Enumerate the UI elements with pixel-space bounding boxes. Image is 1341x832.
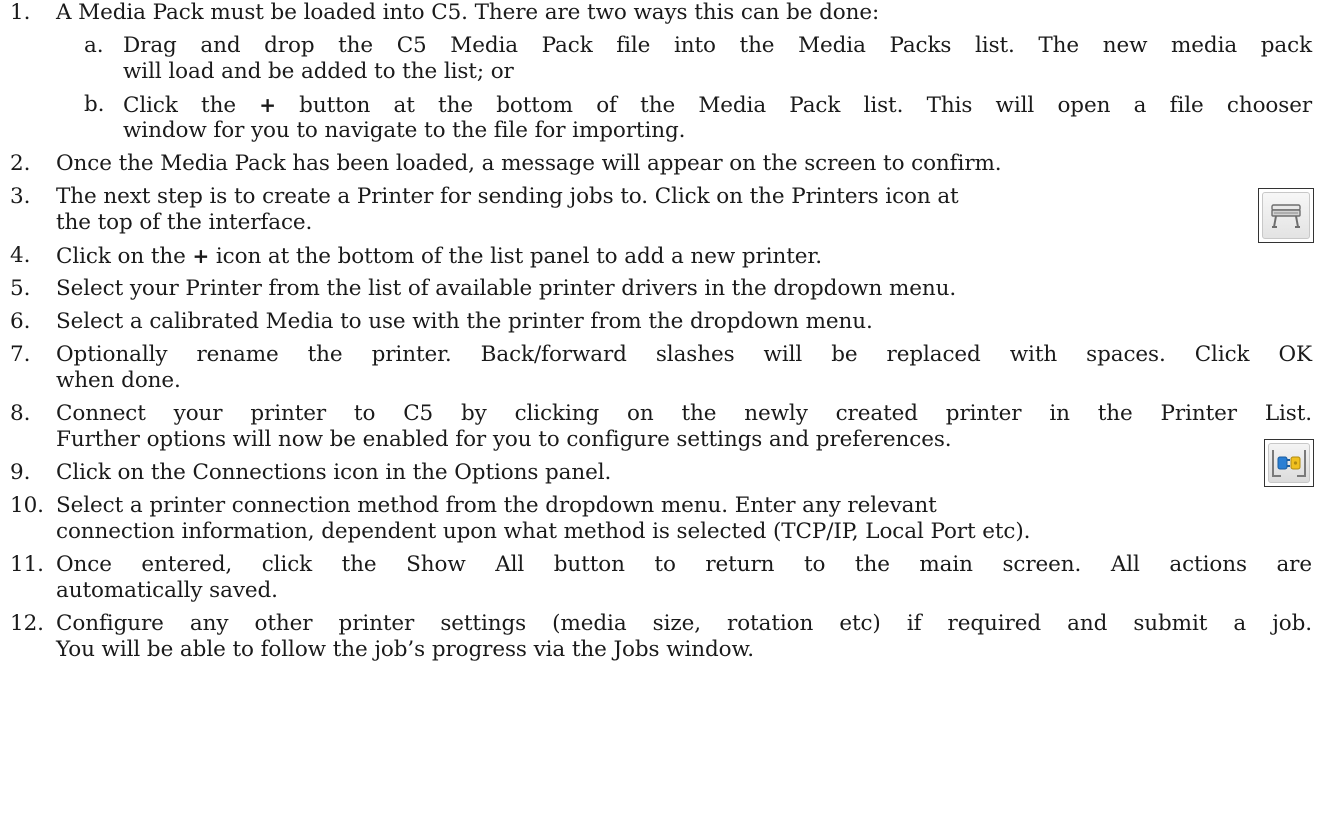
step-text: The next step is to create a Printer for… — [56, 184, 959, 209]
step-number: 7. — [10, 342, 31, 367]
step-text: You will be able to follow the job’s pro… — [56, 637, 755, 662]
step-text: connection information, dependent upon w… — [56, 519, 1031, 544]
text-segment: icon at the bottom of the list panel to … — [209, 244, 822, 269]
step-number: 4. — [10, 243, 31, 268]
step-text: automatically saved. — [56, 578, 278, 603]
step-text: Select a printer connection method from … — [56, 493, 937, 518]
substep-letter: a. — [84, 33, 104, 58]
step-text: Select a calibrated Media to use with th… — [56, 309, 873, 334]
step-number: 12. — [10, 611, 44, 636]
printer-icon — [1258, 188, 1314, 243]
step-text: Configure any other printer settings (me… — [56, 611, 1312, 636]
plus-symbol: + — [192, 244, 210, 268]
plug-glyph — [1272, 450, 1306, 477]
text-segment: Click the — [123, 93, 260, 118]
step-number: 1. — [10, 0, 31, 25]
step-number: 2. — [10, 151, 31, 176]
step-text: Optionally rename the printer. Back/forw… — [56, 342, 1312, 367]
connections-icon-background — [1268, 443, 1310, 483]
step-number: 5. — [10, 276, 31, 301]
plus-symbol: + — [259, 93, 276, 117]
step-text: when done. — [56, 368, 181, 393]
step-text: Further options will now be enabled for … — [56, 427, 952, 452]
text-segment: Click on the — [56, 244, 193, 269]
step-number: 10. — [10, 493, 44, 518]
step-number: 6. — [10, 309, 31, 334]
step-number: 11. — [10, 552, 44, 577]
substep-text: Drag and drop the C5 Media Pack file int… — [123, 33, 1312, 58]
step-text: Once entered, click the Show All button … — [56, 552, 1312, 577]
step-number: 8. — [10, 401, 31, 426]
step-text: Click on the Connections icon in the Opt… — [56, 460, 612, 485]
substep-text: will load and be added to the list; or — [123, 59, 514, 84]
step-text: Select your Printer from the list of ava… — [56, 276, 957, 301]
printer-glyph — [1271, 204, 1301, 228]
step-text: Click on the + icon at the bottom of the… — [56, 243, 822, 270]
substep-text: window for you to navigate to the file f… — [123, 118, 686, 143]
step-text: Connect your printer to C5 by clicking o… — [56, 401, 1312, 426]
substep-text: Click the + button at the bottom of the … — [123, 92, 1312, 119]
step-number: 9. — [10, 460, 31, 485]
substep-letter: b. — [84, 92, 105, 117]
step-text: Once the Media Pack has been loaded, a m… — [56, 151, 1002, 176]
step-text: the top of the interface. — [56, 210, 313, 235]
text-segment: button at the bottom of the Media Pack l… — [275, 93, 1312, 118]
step-text: A Media Pack must be loaded into C5. The… — [56, 0, 880, 25]
printer-icon-background — [1262, 192, 1310, 239]
connections-plug-icon — [1264, 439, 1314, 487]
instructions-document: 1. A Media Pack must be loaded into C5. … — [0, 0, 1341, 832]
step-number: 3. — [10, 184, 31, 209]
